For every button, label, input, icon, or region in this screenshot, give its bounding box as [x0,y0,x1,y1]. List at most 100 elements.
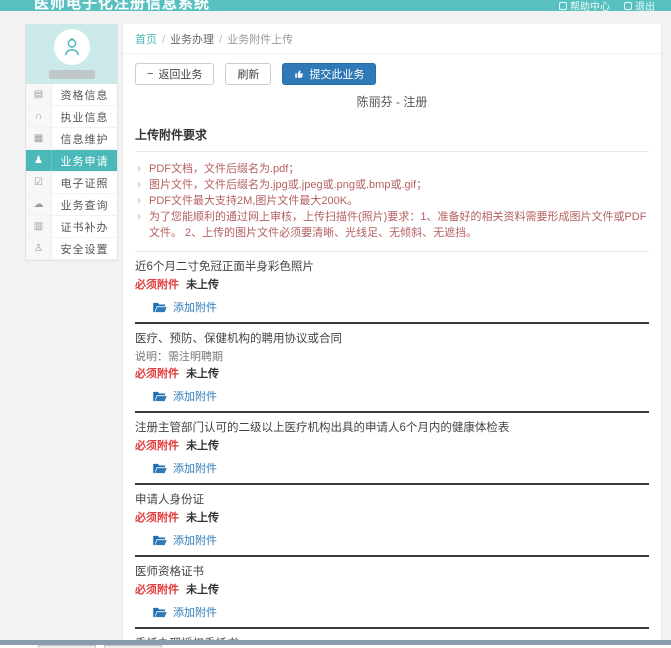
breadcrumb-item[interactable]: 业务办理 [170,34,214,46]
folder-icon [153,302,167,313]
sidebar-item-label: 信息维护 [52,128,117,149]
sidebar-item-icon: ∩ [26,106,52,127]
attachment-item: 注册主管部门认可的二级以上医疗机构出具的申请人6个月内的健康体检表 必须附件 未… [135,413,649,485]
attachment-item: 医师资格证书 必须附件 未上传 添加附件 [135,557,649,629]
sidebar-item-icon: ▤ [26,84,52,105]
sidebar-item-证书补办[interactable]: ▥ 证书补办 [26,216,117,238]
attachment-title: 近6个月二寸免冠正面半身彩色照片 [135,260,649,275]
attachment-list: 近6个月二寸免冠正面半身彩色照片 必须附件 未上传 添加附件 医疗、预防、保健机… [135,252,649,648]
breadcrumb-item: 业务附件上传 [227,34,293,46]
attachment-title: 申请人身份证 [135,493,649,508]
breadcrumb: 首页 / 业务办理 / 业务附件上传 [123,24,661,54]
sidebar-item-业务查询[interactable]: ☁ 业务查询 [26,194,117,216]
back-icon: − [147,69,153,80]
add-attachment-button[interactable]: 添加附件 [135,532,649,548]
sidebar-item-安全设置[interactable]: ♙ 安全设置 [26,238,117,260]
requirements-title: 上传附件要求 [135,120,649,152]
sidebar-item-icon: ♟ [26,150,52,171]
help-icon [559,2,567,10]
folder-icon [153,391,167,402]
help-button[interactable]: 帮助中心 [559,0,610,11]
sidebar-item-label: 业务查询 [52,194,117,215]
main-panel: 首页/业务办理/业务附件上传 − 返回业务 刷新 提交此业务 陈丽芬 - 注册 … [122,24,662,648]
sidebar-item-电子证照[interactable]: ☑ 电子证照 [26,172,117,194]
sidebar-item-执业信息[interactable]: ∩ 执业信息 [26,106,117,128]
breadcrumb-separator: / [162,34,165,46]
user-name-redacted [49,70,95,79]
requirement-item: › 为了您能顺利的通过网上审核，上传扫描件(照片)要求：1、准备好的相关资料需要… [135,209,649,241]
requirement-text: 为了您能顺利的通过网上审核，上传扫描件(照片)要求：1、准备好的相关资料需要形成… [149,211,646,239]
attachment-item: 申请人身份证 必须附件 未上传 添加附件 [135,485,649,557]
logout-button[interactable]: 退出 [624,0,655,11]
sidebar-item-label: 资格信息 [52,84,117,105]
add-attachment-button[interactable]: 添加附件 [135,460,649,476]
add-attachment-label: 添加附件 [173,604,217,620]
app-window: 医师电子化注册信息系统 帮助中心 退出 [0,0,671,648]
required-badge: 必须附件 [135,440,179,452]
sidebar-menu: ▤ 资格信息 ∩ 执业信息 ▦ 信息维护 ♟ 业务申请 ☑ 电子证照 ☁ 业务查… [26,84,117,260]
user-panel [26,24,117,84]
folder-icon [153,463,167,474]
app-title: 医师电子化注册信息系统 [34,0,210,11]
attachment-title: 医师资格证书 [135,565,649,580]
requirement-text: PDF文档，文件后缀名为.pdf； [149,163,299,175]
app-header: 医师电子化注册信息系统 帮助中心 退出 [0,0,671,11]
sidebar-item-label: 执业信息 [52,106,117,127]
avatar [54,29,90,65]
add-attachment-label: 添加附件 [173,388,217,404]
add-attachment-label: 添加附件 [173,532,217,548]
add-attachment-label: 添加附件 [173,299,217,315]
sidebar-item-icon: ▥ [26,216,52,237]
not-uploaded-label: 未上传 [186,440,219,452]
logout-icon [624,2,632,10]
add-attachment-button[interactable]: 添加附件 [135,604,649,620]
sidebar: ▤ 资格信息 ∩ 执业信息 ▦ 信息维护 ♟ 业务申请 ☑ 电子证照 ☁ 业务查… [25,24,118,261]
required-badge: 必须附件 [135,512,179,524]
attachment-status: 必须附件 未上传 [135,584,649,597]
add-attachment-button[interactable]: 添加附件 [135,388,649,404]
add-attachment-label: 添加附件 [173,460,217,476]
attachment-status: 必须附件 未上传 [135,368,649,381]
sidebar-item-label: 业务申请 [52,150,117,171]
sidebar-item-icon: ☑ [26,172,52,193]
attachment-note: 说明：需注明聘期 [135,350,649,364]
sidebar-item-业务申请[interactable]: ♟ 业务申请 [26,150,117,172]
toolbar: − 返回业务 刷新 提交此业务 [123,54,661,91]
chevron-right-icon: › [137,209,141,225]
required-badge: 必须附件 [135,584,179,596]
attachment-item: 医疗、预防、保健机构的聘用协议或合同 说明：需注明聘期 必须附件 未上传 添加附… [135,324,649,413]
not-uploaded-label: 未上传 [186,584,219,596]
submit-button[interactable]: 提交此业务 [282,63,376,85]
attachment-status: 必须附件 未上传 [135,512,649,525]
sidebar-item-label: 电子证照 [52,172,117,193]
attachment-title: 医疗、预防、保健机构的聘用协议或合同 [135,332,649,347]
sidebar-item-icon: ♙ [26,238,52,259]
thumbs-up-icon [294,69,304,79]
sidebar-item-icon: ☁ [26,194,52,215]
back-button[interactable]: − 返回业务 [135,63,214,85]
sidebar-item-资格信息[interactable]: ▤ 资格信息 [26,84,117,106]
folder-icon [153,535,167,546]
required-badge: 必须附件 [135,279,179,291]
requirement-item: › PDF文档，文件后缀名为.pdf； [135,161,649,177]
attachment-status: 必须附件 未上传 [135,440,649,453]
not-uploaded-label: 未上传 [186,512,219,524]
attachment-status: 必须附件 未上传 [135,279,649,292]
sidebar-item-label: 证书补办 [52,216,117,237]
upload-requirements: 上传附件要求 › PDF文档，文件后缀名为.pdf； › 图片文件，文件后缀名为… [135,120,649,252]
not-uploaded-label: 未上传 [186,279,219,291]
doctor-icon [61,36,83,58]
required-badge: 必须附件 [135,368,179,380]
attachment-title: 注册主管部门认可的二级以上医疗机构出具的申请人6个月内的健康体检表 [135,421,649,436]
requirements-list: › PDF文档，文件后缀名为.pdf； › 图片文件，文件后缀名为.jpg或.j… [135,152,649,252]
not-uploaded-label: 未上传 [186,368,219,380]
breadcrumb-item[interactable]: 首页 [135,34,157,46]
attachment-item: 近6个月二寸免冠正面半身彩色照片 必须附件 未上传 添加附件 [135,252,649,324]
add-attachment-button[interactable]: 添加附件 [135,299,649,315]
breadcrumb-separator: / [219,34,222,46]
applicant-name: 陈丽芬 - 注册 [123,91,661,120]
refresh-button[interactable]: 刷新 [225,63,271,85]
header-nav: 帮助中心 退出 [559,0,655,11]
chevron-right-icon: › [137,177,141,193]
sidebar-item-信息维护[interactable]: ▦ 信息维护 [26,128,117,150]
